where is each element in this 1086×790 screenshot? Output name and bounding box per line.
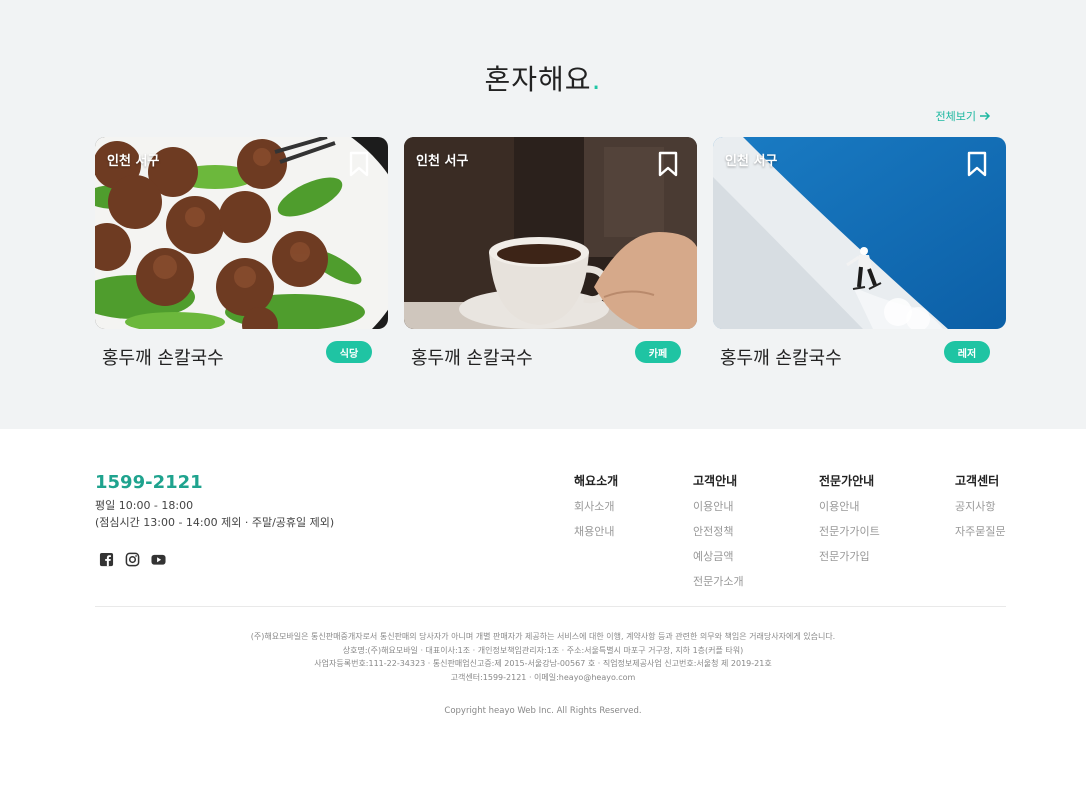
site-footer: 1599-2121 평일 10:00 - 18:00 (점심시간 13:00 -… — [0, 429, 1086, 790]
facebook-icon[interactable] — [99, 552, 114, 567]
card-location: 인천 서구 — [416, 154, 469, 169]
card-title: 홍두깨 손칼국수 — [720, 348, 842, 369]
footer-col-heading: 전문가안내 — [819, 474, 875, 488]
footer-col-expert-guide: 전문가안내 이용안내 전문가가이트 전문가가입 — [819, 472, 880, 573]
place-card[interactable]: 인천 서구 홍두깨 손칼국수 식당 — [95, 137, 388, 369]
hours-note: (점심시간 13:00 - 14:00 제외 · 주말/공휴일 제외) — [95, 516, 335, 529]
social-links — [99, 552, 166, 567]
card-image[interactable]: 인천 서구 — [404, 137, 697, 329]
footer-col-heading: 해요소개 — [574, 474, 619, 488]
legal-line: 고객센터:1599-2121 · 이메일:heayo@heayo.com — [450, 672, 636, 682]
footer-link[interactable]: 전문가가이트 — [819, 523, 880, 539]
view-all-link[interactable]: 전체보기 — [936, 108, 991, 124]
card-image[interactable]: 인천 서구 — [95, 137, 388, 329]
footer-col-heading: 고객센터 — [955, 474, 1000, 488]
card-image[interactable]: 인천 서구 — [713, 137, 1006, 329]
footer-link[interactable]: 전문가가입 — [819, 548, 880, 564]
copyright: Copyright heayo Web Inc. All Rights Rese… — [444, 706, 642, 716]
legal-notice: (주)해요모바일은 통신판매중개자로서 통신판매의 당사자가 아니며 개별 판매… — [0, 630, 1086, 684]
footer-divider — [95, 606, 1006, 607]
business-hours: 평일 10:00 - 18:00 (점심시간 13:00 - 14:00 제외 … — [95, 497, 334, 531]
bookmark-icon[interactable] — [657, 151, 679, 177]
footer-link[interactable]: 자주묻질문 — [955, 523, 1006, 539]
legal-line: 사업자등록번호:111-22-34323 · 통신판매업신고증:제 2015-서… — [314, 659, 772, 668]
category-tag[interactable]: 카페 — [635, 341, 681, 363]
footer-link[interactable]: 전문가소개 — [693, 573, 744, 589]
footer-link[interactable]: 이용안내 — [819, 498, 880, 514]
instagram-icon[interactable] — [125, 552, 140, 567]
card-location: 인천 서구 — [725, 154, 778, 169]
footer-col-support: 고객센터 공지사항 자주묻질문 — [955, 472, 1006, 548]
footer-link[interactable]: 이용안내 — [693, 498, 744, 514]
category-tag[interactable]: 식당 — [326, 341, 372, 363]
legal-line: (주)해요모바일은 통신판매중개자로서 통신판매의 당사자가 아니며 개별 판매… — [250, 632, 836, 641]
footer-col-customer-guide: 고객안내 이용안내 안전정책 예상금액 전문가소개 — [693, 472, 744, 598]
recommend-section: 혼자해요. 전체보기 인천 서구 홍두깨 손칼국수 식당 인천 서구 홍두깨 손… — [0, 0, 1086, 429]
card-title: 홍두깨 손칼국수 — [411, 348, 533, 369]
place-card[interactable]: 인천 서구 홍두깨 손칼국수 카페 — [404, 137, 697, 369]
section-title: 혼자해요. — [484, 63, 602, 96]
footer-link[interactable]: 채용안내 — [574, 523, 618, 539]
footer-link[interactable]: 예상금액 — [693, 548, 744, 564]
bookmark-icon[interactable] — [966, 151, 988, 177]
customer-phone[interactable]: 1599-2121 — [95, 472, 203, 493]
footer-col-about: 해요소개 회사소개 채용안내 — [574, 472, 618, 548]
footer-link[interactable]: 회사소개 — [574, 498, 618, 514]
footer-col-heading: 고객안내 — [693, 474, 738, 488]
bookmark-icon[interactable] — [348, 151, 370, 177]
card-title: 홍두깨 손칼국수 — [102, 348, 224, 369]
category-tag[interactable]: 레저 — [944, 341, 990, 363]
footer-link[interactable]: 안전정책 — [693, 523, 744, 539]
hours-weekday: 평일 10:00 - 18:00 — [95, 499, 194, 512]
footer-link[interactable]: 공지사항 — [955, 498, 1006, 514]
card-location: 인천 서구 — [107, 154, 160, 169]
youtube-icon[interactable] — [151, 552, 166, 567]
place-card[interactable]: 인천 서구 홍두깨 손칼국수 레저 — [713, 137, 1006, 369]
legal-line: 상호명:(주)해요모바일 · 대표이사:1조 · 개인정보책임관리자:1조 · … — [342, 645, 744, 655]
arrow-right-icon — [980, 111, 991, 121]
